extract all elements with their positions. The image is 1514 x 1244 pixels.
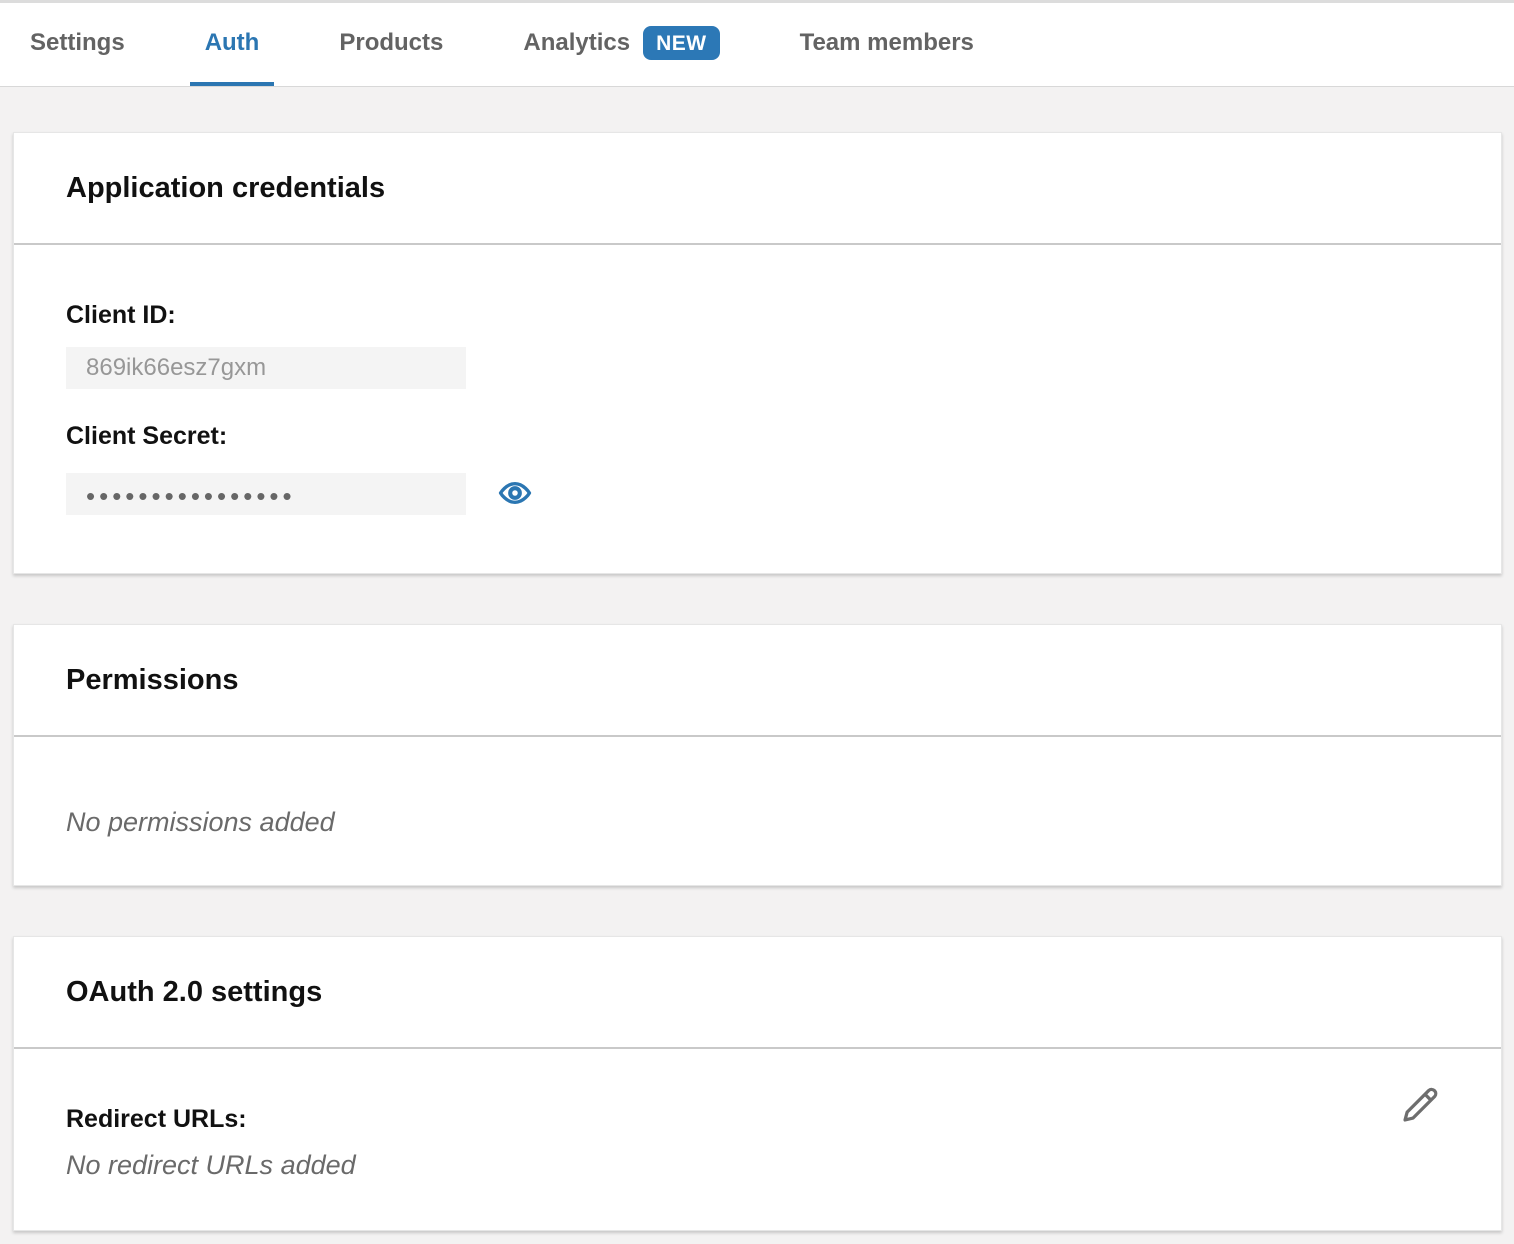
eye-icon [498,476,532,513]
redirect-urls-empty-text: No redirect URLs added [66,1150,1449,1180]
client-id-label: Client ID: [66,301,1449,329]
client-id-value[interactable]: 869ik66esz7gxm [66,347,466,389]
app-tab-bar: Settings Auth Products Analytics NEW Tea… [0,0,1514,87]
permissions-card: Permissions No permissions added [13,624,1502,886]
client-secret-label: Client Secret: [66,422,1449,450]
application-credentials-card: Application credentials Client ID: 869ik… [13,132,1502,574]
reveal-secret-button[interactable] [498,476,532,513]
oauth-settings-body: Redirect URLs: No redirect URLs added [14,1049,1501,1230]
pencil-icon [1397,1116,1443,1131]
tab-team-members-label: Team members [800,29,974,57]
tab-products-label: Products [339,29,443,57]
application-credentials-body: Client ID: 869ik66esz7gxm Client Secret:… [14,245,1501,573]
tab-analytics[interactable]: Analytics NEW [508,3,734,86]
application-credentials-title: Application credentials [66,172,385,205]
auth-tab-content: Application credentials Client ID: 869ik… [0,87,1514,1231]
oauth-settings-card: OAuth 2.0 settings Redirect URLs: No red… [13,936,1502,1231]
permissions-body: No permissions added [14,737,1501,885]
redirect-urls-label: Redirect URLs: [66,1104,1449,1134]
tab-auth-label: Auth [205,29,260,57]
permissions-header: Permissions [14,625,1501,737]
tab-team-members[interactable]: Team members [785,3,989,86]
new-badge: NEW [643,26,720,60]
permissions-empty-text: No permissions added [66,807,1449,837]
oauth-settings-header: OAuth 2.0 settings [14,937,1501,1049]
tab-analytics-label: Analytics [523,29,630,57]
tab-products[interactable]: Products [324,3,458,86]
tab-auth[interactable]: Auth [190,3,275,86]
client-secret-row: •••••••••••••••• [66,473,1449,515]
tab-settings-label: Settings [30,29,125,57]
permissions-title: Permissions [66,664,238,697]
client-secret-masked-value[interactable]: •••••••••••••••• [66,473,466,515]
tab-settings[interactable]: Settings [15,3,140,86]
oauth-settings-title: OAuth 2.0 settings [66,976,322,1009]
edit-redirect-urls-button[interactable] [1397,1082,1443,1131]
application-credentials-header: Application credentials [14,133,1501,245]
